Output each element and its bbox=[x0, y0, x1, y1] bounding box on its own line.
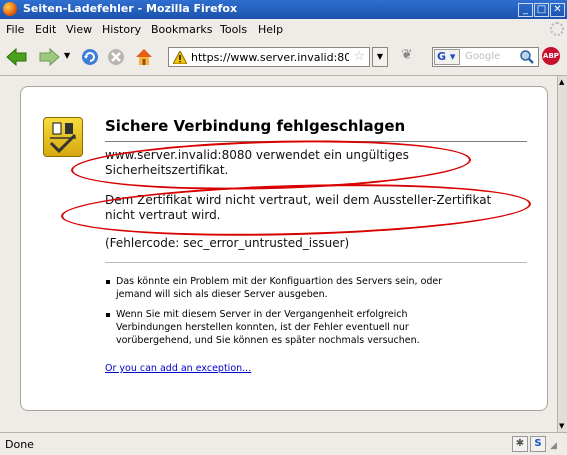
activity-throbber-icon bbox=[550, 22, 564, 36]
close-button[interactable]: ✕ bbox=[550, 3, 565, 17]
maximize-button[interactable]: □ bbox=[534, 3, 549, 17]
scroll-down-icon[interactable]: ▼ bbox=[559, 422, 564, 430]
search-engine-button[interactable]: G ▾ bbox=[434, 49, 460, 65]
error-panel: Sichere Verbindung fehlgeschlagen www.se… bbox=[20, 86, 548, 411]
adblock-plus-icon[interactable]: ABP bbox=[542, 47, 560, 65]
history-dropdown-icon[interactable]: ▼ bbox=[64, 51, 70, 60]
add-exception-link[interactable]: Or you can add an exception... bbox=[105, 363, 251, 374]
menu-history[interactable]: History bbox=[102, 23, 141, 36]
back-arrow-icon[interactable] bbox=[6, 47, 28, 70]
url-bar[interactable]: https://www.server.invalid:8080/ ☆ bbox=[168, 47, 370, 67]
certificate-error-icon bbox=[43, 117, 83, 157]
menu-edit[interactable]: Edit bbox=[35, 23, 56, 36]
window-title: Seiten-Ladefehler - Mozilla Firefox bbox=[23, 2, 238, 15]
search-placeholder[interactable]: Google bbox=[465, 51, 500, 62]
url-dropdown-button[interactable]: ▼ bbox=[372, 47, 388, 67]
resize-grip-icon[interactable]: ◢ bbox=[550, 441, 557, 451]
page-viewport: Sichere Verbindung fehlgeschlagen www.se… bbox=[0, 76, 557, 432]
scroll-up-icon[interactable]: ▲ bbox=[559, 78, 564, 86]
menu-tools[interactable]: Tools bbox=[220, 23, 247, 36]
list-item: Das könnte ein Problem mit der Konfiguar… bbox=[103, 275, 473, 301]
search-box[interactable]: G ▾ Google bbox=[432, 47, 539, 67]
error-heading: Sichere Verbindung fehlgeschlagen bbox=[105, 117, 406, 135]
addon-gear-icon[interactable]: ✱ bbox=[512, 436, 528, 452]
stop-icon[interactable] bbox=[106, 47, 126, 70]
url-text[interactable]: https://www.server.invalid:8080/ bbox=[191, 51, 349, 64]
menu-view[interactable]: View bbox=[66, 23, 92, 36]
annotation-ellipse-2 bbox=[60, 178, 532, 242]
minimize-button[interactable]: _ bbox=[518, 3, 533, 17]
content-divider bbox=[105, 262, 527, 263]
status-text: Done bbox=[5, 438, 34, 451]
reload-icon[interactable] bbox=[80, 47, 100, 70]
window-title-bar: Seiten-Ladefehler - Mozilla Firefox _ □ … bbox=[0, 0, 567, 19]
feed-icon[interactable]: ❦ bbox=[401, 47, 413, 63]
status-bar: Done ✱ S ◢ bbox=[0, 432, 567, 455]
vertical-scrollbar[interactable]: ▲ ▼ bbox=[557, 76, 567, 432]
menu-file[interactable]: File bbox=[6, 23, 24, 36]
menu-bar: File Edit View History Bookmarks Tools H… bbox=[0, 19, 567, 39]
error-code: (Fehlercode: sec_error_untrusted_issuer) bbox=[105, 236, 350, 250]
menu-bookmarks[interactable]: Bookmarks bbox=[151, 23, 212, 36]
firefox-icon bbox=[3, 2, 17, 16]
warning-icon bbox=[172, 49, 188, 67]
navigation-toolbar: ▼ https://www.server.invalid:8080/ ☆ ▼ ❦… bbox=[0, 39, 567, 76]
forward-arrow-icon[interactable] bbox=[38, 47, 60, 70]
home-icon[interactable] bbox=[134, 47, 154, 70]
magnifier-icon[interactable] bbox=[519, 49, 535, 68]
menu-help[interactable]: Help bbox=[258, 23, 283, 36]
list-item: Wenn Sie mit diesem Server in der Vergan… bbox=[103, 308, 473, 347]
s-addon-icon[interactable]: S bbox=[530, 436, 546, 452]
bookmark-star-icon[interactable]: ☆ bbox=[353, 49, 365, 64]
error-hints-list: Das könnte ein Problem mit der Konfiguar… bbox=[103, 275, 473, 354]
